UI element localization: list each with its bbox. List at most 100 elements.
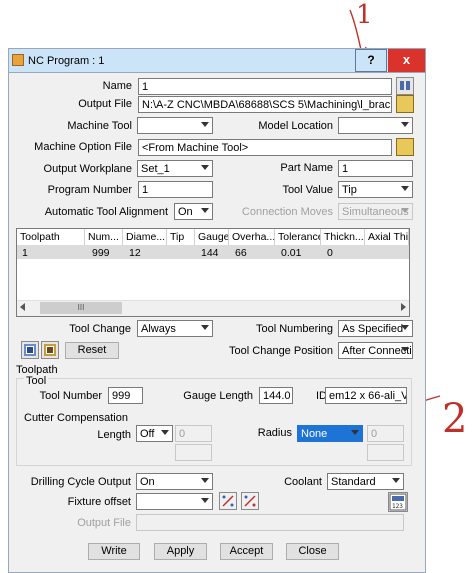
length-extra-field[interactable]	[175, 444, 212, 461]
part-name-field[interactable]: 1	[338, 160, 413, 177]
auto-tool-alignment-label: Automatic Tool Alignment	[44, 206, 168, 218]
length-value: Off	[140, 428, 155, 440]
column-header[interactable]: Tip	[167, 229, 195, 246]
chevron-down-icon	[201, 498, 209, 503]
radius-select[interactable]: None	[297, 425, 363, 442]
tool-value-value: Tip	[342, 184, 357, 196]
model-location-label: Model Location	[258, 120, 333, 132]
column-header[interactable]: Toolpath	[17, 229, 85, 246]
scroll-right-icon[interactable]	[401, 303, 406, 311]
name-label: Name	[102, 80, 132, 92]
app-icon	[12, 54, 24, 66]
column-header[interactable]: Axial Thick	[365, 229, 409, 246]
id-field[interactable]: em12 x 66-ali_Vorte	[325, 387, 407, 404]
chevron-down-icon	[161, 430, 169, 435]
connection-moves-select[interactable]: Simultaneous	[338, 203, 413, 220]
bottom-output-file-label: Output File	[77, 517, 131, 529]
auto-tool-alignment-value: On	[178, 206, 193, 218]
length-value-field[interactable]: 0	[175, 425, 212, 442]
output-file-label: Output File	[78, 98, 132, 110]
close-button[interactable]: Close	[286, 543, 339, 560]
auto-tool-alignment-select[interactable]: On	[174, 203, 213, 220]
model-location-select[interactable]	[338, 117, 413, 134]
numbered-list-icon[interactable]: 123	[388, 492, 408, 512]
output-workplane-value: Set_1	[141, 163, 170, 175]
machine-option-file-label: Machine Option File	[34, 141, 132, 153]
length-label: Length	[97, 429, 131, 441]
chevron-down-icon	[201, 478, 209, 483]
column-header[interactable]: Gauge	[195, 229, 229, 246]
close-window-button[interactable]: x	[388, 49, 425, 72]
help-button[interactable]: ?	[355, 49, 387, 72]
chevron-down-icon	[401, 347, 409, 352]
tool-numbering-value: As Specified	[342, 323, 404, 335]
write-button[interactable]: Write	[88, 543, 140, 560]
fixture-offset-edit-icon[interactable]	[241, 492, 259, 510]
tool-value-select[interactable]: Tip	[338, 181, 413, 198]
annotation-mark-2: 2	[442, 396, 468, 442]
toolpath-edit-icon[interactable]	[41, 341, 59, 359]
table-cell: 0.01	[281, 247, 302, 259]
tool-numbering-label: Tool Numbering	[255, 323, 333, 335]
length-select[interactable]: Off	[136, 425, 173, 442]
chevron-down-icon	[201, 325, 209, 330]
radius-value: None	[301, 428, 328, 440]
tool-group-title: Tool	[24, 375, 49, 387]
column-header[interactable]: Thickn...	[321, 229, 365, 246]
fixture-offset-label: Fixture offset	[67, 496, 131, 508]
chevron-down-icon	[401, 325, 409, 330]
connection-moves-label: Connection Moves	[241, 206, 333, 218]
tool-number-field[interactable]: 999	[108, 387, 143, 404]
table-cell: 12	[129, 247, 141, 259]
scroll-thumb[interactable]: III	[40, 302, 122, 314]
name-field[interactable]: 1	[138, 78, 392, 95]
table-cell: 999	[92, 247, 110, 259]
tool-change-position-label: Tool Change Position	[229, 345, 333, 357]
fixture-offset-select[interactable]	[136, 493, 213, 510]
part-name-label: Part Name	[280, 162, 333, 174]
chevron-down-icon	[401, 208, 409, 213]
coolant-value: Standard	[331, 476, 376, 488]
accept-button[interactable]: Accept	[220, 543, 273, 560]
drilling-cycle-output-select[interactable]: On	[136, 473, 213, 490]
coolant-label: Coolant	[284, 476, 322, 488]
column-header[interactable]: Diame...	[123, 229, 167, 246]
chevron-down-icon	[392, 478, 400, 483]
name-options-icon[interactable]	[396, 77, 414, 95]
tool-change-select[interactable]: Always	[137, 320, 213, 337]
connection-moves-value: Simultaneous	[342, 206, 409, 218]
output-file-field[interactable]: N:\A-Z CNC\MBDA\68688\SCS 5\Machining\l_…	[138, 96, 392, 113]
machine-tool-select[interactable]	[137, 117, 213, 134]
program-number-label: Program Number	[47, 184, 132, 196]
radius-extra-field[interactable]	[367, 444, 404, 461]
drilling-cycle-output-label: Drilling Cycle Output	[30, 476, 131, 488]
bottom-output-file-field[interactable]	[136, 514, 404, 531]
machine-option-file-field[interactable]: <From Machine Tool>	[138, 139, 392, 156]
tool-change-position-select[interactable]: After Connecti	[338, 342, 413, 359]
table-cell: 66	[235, 247, 247, 259]
gauge-length-label: Gauge Length	[183, 390, 253, 402]
radius-label: Radius	[257, 427, 292, 439]
tool-number-label: Tool Number	[39, 390, 102, 402]
browse-folder-icon[interactable]	[396, 95, 414, 113]
coolant-select[interactable]: Standard	[327, 473, 404, 490]
output-workplane-select[interactable]: Set_1	[137, 160, 213, 177]
radius-value-field[interactable]: 0	[367, 425, 404, 442]
browse-option-folder-icon[interactable]	[396, 138, 414, 156]
fixture-offset-add-icon[interactable]	[219, 492, 237, 510]
toolpath-list-icon[interactable]	[21, 341, 39, 359]
gauge-length-field[interactable]: 144.0	[259, 387, 293, 404]
tool-value-label: Tool Value	[282, 184, 333, 196]
column-header[interactable]: Overha...	[229, 229, 275, 246]
chevron-down-icon	[351, 430, 359, 435]
tool-numbering-select[interactable]: As Specified	[338, 320, 413, 337]
reset-button[interactable]: Reset	[65, 342, 119, 359]
column-header[interactable]: Tolerance	[275, 229, 321, 246]
apply-button[interactable]: Apply	[154, 543, 207, 560]
chevron-down-icon	[401, 122, 409, 127]
column-header[interactable]: Num...	[85, 229, 123, 246]
program-number-field[interactable]: 1	[138, 181, 213, 198]
annotation-mark-1: 1	[356, 0, 373, 30]
table-cell: 0	[327, 247, 333, 259]
scroll-left-icon[interactable]	[20, 303, 25, 311]
